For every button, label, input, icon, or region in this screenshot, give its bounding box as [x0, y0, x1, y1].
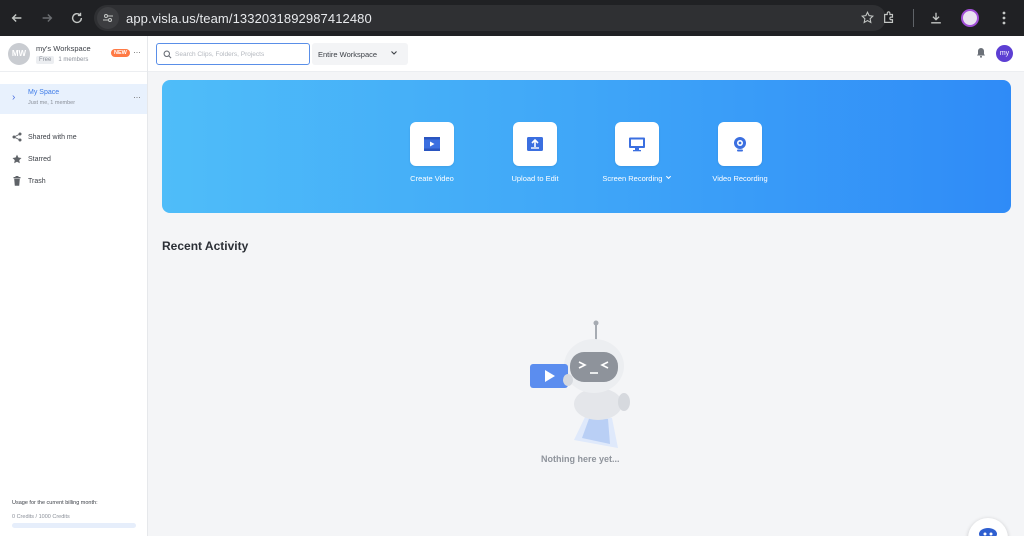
- search-box[interactable]: [156, 43, 310, 65]
- action-label: Create Video: [410, 174, 454, 183]
- chevron-right-icon[interactable]: ›: [12, 92, 15, 103]
- upload-to-edit-button[interactable]: Upload to Edit: [480, 122, 590, 183]
- downloads-button[interactable]: [922, 4, 950, 32]
- new-badge: NEW: [111, 49, 130, 57]
- robot-illustration: [530, 320, 630, 448]
- site-info-icon[interactable]: [97, 7, 119, 29]
- member-count: 1 members: [58, 56, 89, 63]
- user-avatar[interactable]: my: [996, 45, 1013, 62]
- download-icon: [931, 12, 941, 24]
- film-icon: [424, 137, 440, 151]
- chevron-down-icon[interactable]: [665, 174, 672, 181]
- url-text: app.visla.us/team/1332031892987412480: [126, 10, 372, 26]
- forward-button[interactable]: [34, 5, 60, 31]
- chevron-down-icon: [391, 51, 397, 55]
- upload-icon: [527, 137, 543, 151]
- sidebar-item-my-space[interactable]: › My Space Just me, 1 member ···: [0, 84, 147, 114]
- workspace-name: my's Workspace: [36, 43, 91, 53]
- chrome-menu-button[interactable]: [990, 4, 1018, 32]
- profile-button[interactable]: [956, 4, 984, 32]
- reload-icon: [71, 12, 83, 24]
- usage-value: 0 Credits / 1000 Credits: [12, 514, 70, 520]
- recent-activity-heading: Recent Activity: [162, 239, 249, 253]
- video-recording-button[interactable]: Video Recording: [685, 122, 795, 183]
- sidebar: MW my's Workspace Free 1 members NEW ···…: [0, 36, 148, 536]
- sidebar-item-starred[interactable]: Starred: [12, 154, 51, 164]
- screen-recording-button[interactable]: Screen Recording: [582, 122, 692, 183]
- browser-toolbar: app.visla.us/team/1332031892987412480: [0, 0, 1024, 36]
- bookmark-star-icon[interactable]: [861, 11, 874, 24]
- action-label: Upload to Edit: [511, 174, 559, 183]
- quick-actions-banner: Create Video Upload to Edit Screen Recor…: [162, 80, 1011, 213]
- address-bar[interactable]: app.visla.us/team/1332031892987412480: [94, 5, 886, 31]
- search-icon: [163, 50, 172, 58]
- screen-recording-label: Screen Recording: [602, 174, 663, 183]
- create-video-button[interactable]: Create Video: [377, 122, 487, 183]
- workspace-switcher[interactable]: MW my's Workspace Free 1 members NEW ···: [0, 36, 147, 72]
- usage-label: Usage for the current billing month:: [12, 500, 98, 506]
- workspace-more-button[interactable]: ···: [133, 47, 141, 57]
- action-label: Video Recording: [712, 174, 768, 183]
- puzzle-icon: [884, 11, 894, 23]
- sidebar-item-trash[interactable]: Trash: [12, 176, 46, 186]
- empty-state-message: Nothing here yet...: [541, 454, 620, 464]
- space-subtitle: Just me, 1 member: [28, 100, 76, 106]
- share-icon: [12, 132, 22, 142]
- bell-icon[interactable]: [976, 47, 986, 58]
- kebab-menu-icon: [1002, 11, 1006, 25]
- search-input[interactable]: [175, 50, 305, 58]
- action-label: Screen Recording: [582, 174, 692, 183]
- star-icon: [12, 154, 22, 164]
- help-chat-button[interactable]: [968, 518, 1008, 536]
- sidebar-item-label: Trash: [28, 177, 46, 185]
- trash-icon: [12, 176, 22, 186]
- arrow-left-icon: [11, 14, 22, 22]
- sidebar-item-shared-with-me[interactable]: Shared with me: [12, 132, 77, 142]
- usage-progress-bar: [12, 523, 136, 528]
- extensions-button[interactable]: [875, 4, 903, 32]
- sidebar-item-label: Shared with me: [28, 133, 77, 141]
- arrow-right-icon: [42, 14, 53, 22]
- back-button[interactable]: [4, 5, 30, 31]
- plan-badge: Free: [36, 55, 55, 64]
- space-title: My Space: [28, 89, 60, 96]
- profile-avatar: [961, 9, 979, 27]
- search-scope-dropdown[interactable]: Entire Workspace: [312, 43, 408, 65]
- top-bar: Entire Workspace my: [148, 36, 1024, 72]
- space-more-button[interactable]: ···: [133, 92, 141, 102]
- toolbar-divider: [913, 9, 914, 27]
- webcam-icon: [734, 137, 746, 152]
- sidebar-item-label: Starred: [28, 155, 51, 163]
- reload-button[interactable]: [64, 5, 90, 31]
- monitor-icon: [629, 137, 645, 152]
- chat-bot-icon: [979, 528, 997, 536]
- search-scope-label: Entire Workspace: [318, 49, 378, 59]
- workspace-avatar: MW: [8, 42, 30, 65]
